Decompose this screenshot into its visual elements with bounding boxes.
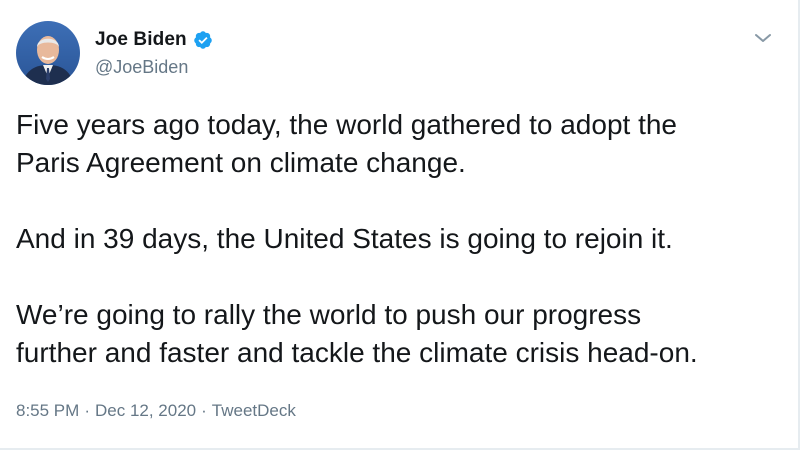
tweet-card: Joe Biden @JoeBiden Five years ago today…: [0, 0, 800, 450]
tweet-paragraph: Five years ago today, the world gathered…: [16, 109, 678, 178]
tweet-time[interactable]: 8:55 PM: [16, 401, 79, 421]
tweet-header: Joe Biden @JoeBiden: [16, 20, 213, 86]
tweet-text: Five years ago today, the world gathered…: [16, 106, 786, 372]
tweet-paragraph: We’re going to rally the world to push o…: [16, 299, 698, 368]
display-name-row: Joe Biden: [95, 29, 213, 51]
meta-separator: ·: [201, 401, 207, 420]
tweet-page: Joe Biden @JoeBiden Five years ago today…: [0, 0, 800, 450]
tweet-source[interactable]: TweetDeck: [212, 401, 296, 421]
tweet-date[interactable]: Dec 12, 2020: [95, 401, 196, 421]
display-name[interactable]: Joe Biden: [95, 29, 187, 51]
tweet-meta: 8:55 PM · Dec 12, 2020 · TweetDeck: [16, 401, 296, 421]
handle[interactable]: @JoeBiden: [95, 57, 213, 78]
verified-badge-icon: [193, 30, 213, 50]
chevron-down-icon[interactable]: [752, 30, 774, 46]
tweet-paragraph: And in 39 days, the United States is goi…: [16, 223, 673, 254]
meta-separator: ·: [84, 401, 90, 420]
avatar[interactable]: [16, 21, 80, 85]
author-names: Joe Biden @JoeBiden: [95, 29, 213, 78]
